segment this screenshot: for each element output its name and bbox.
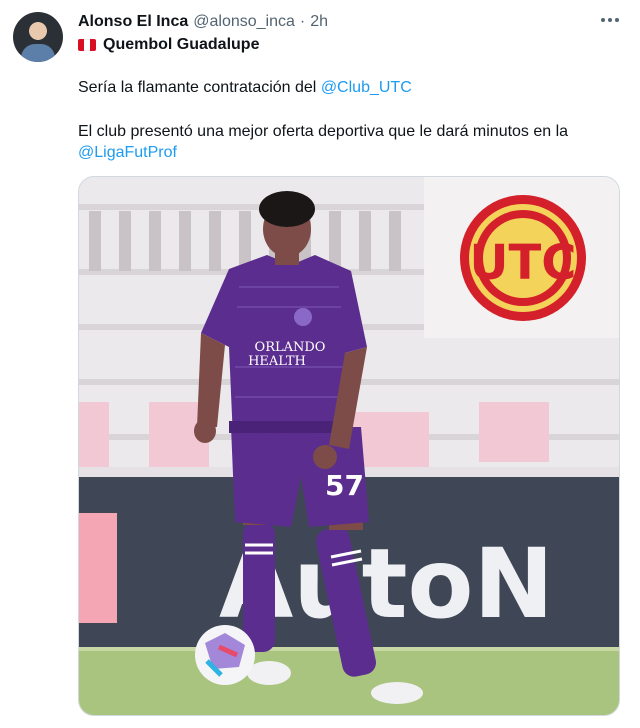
display-name[interactable]: Alonso El Inca [78, 13, 188, 31]
shirt-sponsor-line-1: ORLANDO [255, 340, 326, 355]
avatar[interactable] [13, 12, 63, 62]
more-horizontal-icon[interactable] [596, 10, 624, 30]
timestamp[interactable]: 2h [310, 13, 328, 31]
community-label[interactable]: Quembol Guadalupe [78, 35, 259, 55]
mention-liga-fut-prof[interactable]: @LigaFutProf [78, 144, 177, 161]
tweet-photo[interactable]: AutoN 57 ORLANDO HEALTH UTC [78, 176, 620, 716]
separator-dot: · [299, 13, 306, 30]
utc-logo-text: UTC [469, 235, 576, 291]
utc-logo-icon: UTC [459, 194, 586, 321]
shirt-sponsor-line-2: HEALTH [248, 354, 306, 369]
tweet-header: Alonso El Inca @alonso_inca · 2h [78, 12, 328, 32]
tweet-text-line-1: Sería la flamante contratación del @Club… [78, 78, 412, 98]
shorts-number: 57 [325, 469, 364, 502]
peru-flag-icon [78, 39, 96, 51]
tweet-text-line-3: @LigaFutProf [78, 143, 177, 163]
community-name: Quembol Guadalupe [103, 36, 260, 53]
tweet-card: Alonso El Inca @alonso_inca · 2h Quembol… [0, 0, 640, 728]
tweet-text: Sería la flamante contratación del [78, 79, 321, 96]
mention-club-utc[interactable]: @Club_UTC [321, 79, 412, 96]
tweet-text-line-2: El club presentó una mejor oferta deport… [78, 123, 569, 140]
user-handle[interactable]: @alonso_inca [193, 13, 295, 31]
utc-logo-panel: UTC [424, 177, 619, 338]
